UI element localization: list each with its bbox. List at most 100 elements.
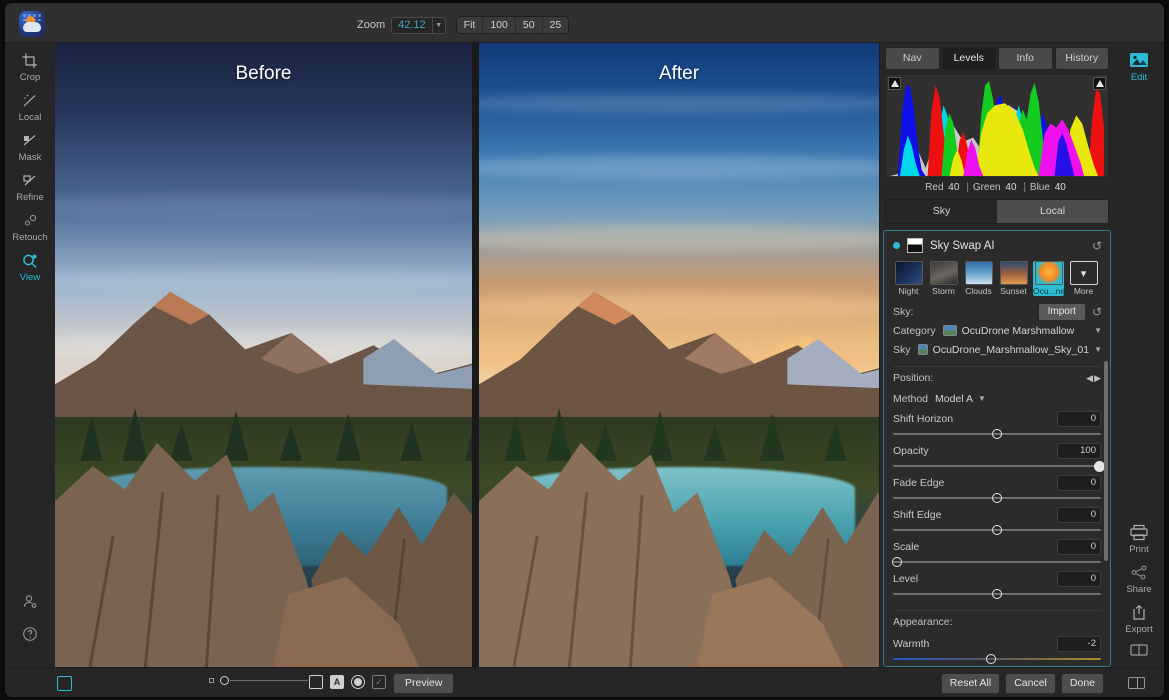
slider-track-shift-edge[interactable] xyxy=(893,524,1101,536)
slider-value-opacity[interactable]: 100 xyxy=(1057,443,1101,459)
slider-knob-shift-edge[interactable] xyxy=(992,525,1002,535)
slider-track-warmth[interactable] xyxy=(893,653,1101,665)
crop-icon xyxy=(5,52,55,70)
slider-value-shift-horizon[interactable]: 0 xyxy=(1057,411,1101,427)
user-account-icon xyxy=(5,593,55,611)
sidebar-item-export[interactable]: Export xyxy=(1114,595,1164,635)
segment-local[interactable]: Local xyxy=(997,200,1108,223)
reset-all-button[interactable]: Reset All xyxy=(941,673,1000,694)
slider-knob-scale[interactable] xyxy=(892,557,902,567)
bottom-action-buttons: Reset All Cancel Done xyxy=(941,673,1104,694)
panel-toggle-button[interactable] xyxy=(1114,635,1164,661)
zoom-preset-fit[interactable]: Fit xyxy=(457,17,484,33)
account-button[interactable] xyxy=(5,579,55,611)
done-button[interactable]: Done xyxy=(1061,673,1104,694)
selection-frame-icon[interactable] xyxy=(57,676,72,691)
sidebar-item-retouch[interactable]: Retouch xyxy=(5,203,55,243)
preset-ocudrone[interactable]: Ocu...ne* xyxy=(1033,261,1064,296)
slider-knob-warmth[interactable] xyxy=(986,654,996,664)
enabled-toggle-dot[interactable] xyxy=(893,242,900,249)
thumbnail-size-slider[interactable] xyxy=(209,676,308,685)
clipping-arrow-icon[interactable] xyxy=(1093,77,1106,90)
preset-storm[interactable]: Storm xyxy=(928,261,959,296)
slider-shift-edge[interactable]: Shift Edge 0 xyxy=(884,504,1110,536)
after-image-pane[interactable]: After xyxy=(479,43,879,667)
slider-label-warmth: Warmth xyxy=(893,638,1057,650)
import-sky-button[interactable]: Import xyxy=(1038,303,1086,321)
reset-arrow-icon[interactable]: ↺ xyxy=(1092,305,1102,319)
chevron-down-icon[interactable]: ▼ xyxy=(1094,326,1102,335)
sidebar-item-share[interactable]: Share xyxy=(1114,555,1164,595)
slider-value-level[interactable]: 0 xyxy=(1057,571,1101,587)
slider-opacity[interactable]: Opacity 100 xyxy=(884,440,1110,472)
histogram-blue-label: Blue xyxy=(1030,182,1050,193)
slider-value-warmth[interactable]: -2 xyxy=(1057,636,1101,652)
square-outline-icon[interactable] xyxy=(309,675,323,689)
slider-value-scale[interactable]: 0 xyxy=(1057,539,1101,555)
slider-warmth[interactable]: Warmth -2 xyxy=(884,633,1110,665)
zoom-input[interactable]: 42.12 ▼ xyxy=(391,17,446,34)
zoom-preset-100[interactable]: 100 xyxy=(483,17,516,33)
slider-track-scale[interactable] xyxy=(893,556,1101,568)
thumbnail-slider-track[interactable] xyxy=(230,680,308,681)
sky-category-row[interactable]: Category OcuDrone Marshmallow ▼ xyxy=(884,321,1110,340)
sidebar-item-refine[interactable]: Refine xyxy=(5,163,55,203)
sidebar-item-local[interactable]: Local xyxy=(5,83,55,123)
sky-file-row[interactable]: Sky OcuDrone_Marshmallow_Sky_01 ▼ xyxy=(884,340,1110,359)
histogram[interactable] xyxy=(885,74,1109,178)
preset-more[interactable]: ▾ More xyxy=(1068,261,1099,296)
segment-sky[interactable]: Sky xyxy=(886,200,997,223)
slider-shift-horizon[interactable]: Shift Horizon 0 xyxy=(884,408,1110,440)
slider-level[interactable]: Level 0 xyxy=(884,568,1110,600)
chevron-down-icon[interactable]: ▼ xyxy=(978,394,986,403)
sidebar-label-mask: Mask xyxy=(5,152,55,163)
zoom-preset-50[interactable]: 50 xyxy=(516,17,543,33)
slider-value-shift-edge[interactable]: 0 xyxy=(1057,507,1101,523)
sidebar-item-print[interactable]: Print xyxy=(1114,515,1164,555)
sidebar-item-crop[interactable]: Crop xyxy=(5,43,55,83)
cancel-button[interactable]: Cancel xyxy=(1005,673,1056,694)
preset-thumb-night xyxy=(895,261,923,285)
tab-info[interactable]: Info xyxy=(998,47,1053,70)
preset-night[interactable]: Night xyxy=(893,261,924,296)
preview-button[interactable]: Preview xyxy=(393,673,454,694)
slider-value-fade-edge[interactable]: 0 xyxy=(1057,475,1101,491)
sidebar-item-view[interactable]: View xyxy=(5,243,55,283)
sidebar-item-edit[interactable]: Edit xyxy=(1114,43,1164,83)
chevron-down-icon: ▾ xyxy=(1070,261,1098,285)
chevron-down-icon[interactable]: ▼ xyxy=(432,18,445,33)
slider-track-shift-horizon[interactable] xyxy=(893,428,1101,440)
clipping-arrow-icon[interactable] xyxy=(888,77,901,90)
slider-track-fade-edge[interactable] xyxy=(893,492,1101,504)
letter-a-icon[interactable]: A xyxy=(330,675,344,689)
panel-scrollbar[interactable] xyxy=(1104,361,1108,561)
split-panel-icon[interactable] xyxy=(1128,677,1145,689)
sidebar-item-mask[interactable]: Mask xyxy=(5,123,55,163)
checkbox-check-icon[interactable]: ✓ xyxy=(372,675,386,689)
before-image-pane[interactable]: Before xyxy=(55,43,472,667)
chevron-down-icon[interactable]: ▼ xyxy=(1094,345,1102,354)
top-toolbar: Zoom 42.12 ▼ Fit 100 50 25 xyxy=(5,3,1164,43)
sidebar-label-refine: Refine xyxy=(5,192,55,203)
image-canvas[interactable]: Before xyxy=(55,43,879,667)
slider-knob-level[interactable] xyxy=(992,589,1002,599)
help-button[interactable] xyxy=(5,611,55,643)
circle-filled-icon[interactable] xyxy=(351,675,365,689)
slider-scale[interactable]: Scale 0 xyxy=(884,536,1110,568)
export-upload-icon xyxy=(1114,604,1164,622)
slider-track-opacity[interactable] xyxy=(893,460,1101,472)
slider-fade-edge[interactable]: Fade Edge 0 xyxy=(884,472,1110,504)
tab-history[interactable]: History xyxy=(1055,47,1110,70)
slider-knob-fade-edge[interactable] xyxy=(992,493,1002,503)
reset-arrow-icon[interactable]: ↺ xyxy=(1092,239,1102,253)
thumbnail-slider-knob[interactable] xyxy=(220,676,229,685)
left-right-arrows-icon[interactable]: ◀▶ xyxy=(1086,373,1102,384)
slider-track-level[interactable] xyxy=(893,588,1101,600)
method-row[interactable]: Method Model A ▼ xyxy=(884,389,1110,408)
preset-sunset[interactable]: Sunset xyxy=(998,261,1029,296)
preset-clouds[interactable]: Clouds xyxy=(963,261,994,296)
slider-knob-shift-horizon[interactable] xyxy=(992,429,1002,439)
tab-levels[interactable]: Levels xyxy=(942,47,997,70)
tab-nav[interactable]: Nav xyxy=(885,47,940,70)
zoom-preset-25[interactable]: 25 xyxy=(543,17,569,33)
